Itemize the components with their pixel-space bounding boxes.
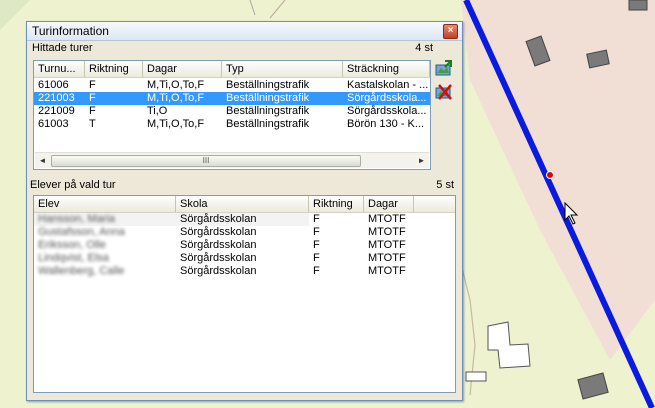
student-row[interactable]: Gustafsson, Anna Sörgårdsskolan F MTOTF <box>34 226 455 239</box>
found-tours-label: Hittade turer <box>32 42 93 54</box>
student-row[interactable]: Hansson, Maria Sörgårdsskolan <box>34 213 309 226</box>
cell-riktning: F <box>313 213 320 225</box>
tours-list-header: Turnu... Riktning Dagar Typ Sträckning <box>34 61 430 78</box>
cell-dagar: MTOTF <box>368 239 406 251</box>
cell-riktning: F <box>313 239 320 251</box>
found-tours-header: Hittade turer 4 st <box>27 41 462 55</box>
cell-dagar: MTOTF <box>368 252 406 264</box>
cell-typ: Beställningstrafik <box>226 92 310 104</box>
window-title: Turinformation <box>32 24 109 38</box>
cell-dagar: MTOTF <box>368 226 406 238</box>
student-row[interactable]: Lindqvist, Elsa Sörgårdsskolan F MTOTF <box>34 252 455 265</box>
cell-elev: Lindqvist, Elsa <box>38 252 109 264</box>
col-header-riktning[interactable]: Riktning <box>85 61 143 77</box>
cell-elev: Wallenberg, Calle <box>38 265 125 277</box>
cell-elev: Hansson, Maria <box>38 213 116 225</box>
cell-typ: Beställningstrafik <box>226 105 310 117</box>
cell-strackning: Sörgårdsskola... <box>347 105 427 117</box>
scroll-thumb[interactable]: III <box>51 155 361 167</box>
student-row[interactable]: Wallenberg, Calle Sörgårdsskolan F MTOTF <box>34 265 455 278</box>
students-count: 5 st <box>436 179 454 191</box>
cell-riktning: T <box>89 118 96 130</box>
route-point <box>546 171 554 179</box>
col-header-strackning[interactable]: Sträckning <box>343 61 430 77</box>
col-header-riktning[interactable]: Riktning <box>309 196 364 212</box>
col-header-elev[interactable]: Elev <box>34 196 176 212</box>
cell-strackning: Kastalskolan - ... <box>347 79 429 91</box>
student-row[interactable]: Eriksson, Olle Sörgårdsskolan F MTOTF <box>34 239 455 252</box>
cell-riktning: F <box>89 92 96 104</box>
cell-skola: Sörgårdsskolan <box>180 226 257 238</box>
title-bar[interactable]: Turinformation × <box>27 22 462 41</box>
cell-strackning: Börön 130 - K... <box>347 118 425 130</box>
close-icon[interactable]: × <box>443 24 458 39</box>
students-list[interactable]: Elev Skola Riktning Dagar Hansson, Maria… <box>33 195 456 393</box>
found-tours-count: 4 st <box>415 42 433 54</box>
cell-elev: Gustafsson, Anna <box>38 226 125 238</box>
cell-riktning: F <box>89 79 96 91</box>
col-header-skola[interactable]: Skola <box>176 196 309 212</box>
tour-row[interactable]: 221009 F Ti,O Beställningstrafik Sörgård… <box>34 105 430 118</box>
cell-typ: Beställningstrafik <box>226 79 310 91</box>
students-list-header: Elev Skola Riktning Dagar <box>34 196 455 213</box>
col-header-turnr[interactable]: Turnu... <box>34 61 85 77</box>
col-header-typ[interactable]: Typ <box>222 61 343 77</box>
remove-from-map-icon <box>435 84 452 100</box>
cell-dagar: MTOTF <box>368 213 406 225</box>
cell-dagar: MTOTF <box>368 265 406 277</box>
cell-skola: Sörgårdsskolan <box>180 239 257 251</box>
cell-dagar: M,Ti,O,To,F <box>147 79 205 91</box>
cell-riktning: F <box>313 252 320 264</box>
col-header-dagar[interactable]: Dagar <box>143 61 222 77</box>
cell-strackning: Sörgårdsskola... <box>347 92 427 104</box>
cell-riktning: F <box>313 226 320 238</box>
tour-info-window: Turinformation × Hittade turer 4 st Turn… <box>26 21 463 401</box>
cell-turnr: 61003 <box>38 118 69 130</box>
col-header-dagar[interactable]: Dagar <box>364 196 414 212</box>
students-header: Elever på vald tur 5 st <box>27 178 462 192</box>
tours-horizontal-scrollbar[interactable]: ◄ III ► <box>35 152 429 168</box>
cell-dagar: Ti,O <box>147 105 168 117</box>
cell-elev: Eriksson, Olle <box>38 239 106 251</box>
cell-skola: Sörgårdsskolan <box>180 265 257 277</box>
remove-from-map-button[interactable] <box>434 82 454 102</box>
students-label: Elever på vald tur <box>30 179 116 191</box>
student-row-tail[interactable]: F MTOTF <box>309 213 455 226</box>
col-header-filler <box>414 196 455 212</box>
cell-riktning: F <box>89 105 96 117</box>
tour-row[interactable]: 61006 F M,Ti,O,To,F Beställningstrafik K… <box>34 79 430 92</box>
scroll-right-icon[interactable]: ► <box>414 154 429 167</box>
scroll-left-icon[interactable]: ◄ <box>35 154 50 167</box>
cell-dagar: M,Ti,O,To,F <box>147 118 205 130</box>
cell-skola: Sörgårdsskolan <box>180 213 257 225</box>
tours-list[interactable]: Turnu... Riktning Dagar Typ Sträckning 6… <box>33 60 431 170</box>
cell-typ: Beställningstrafik <box>226 118 310 130</box>
cell-dagar: M,Ti,O,To,F <box>147 92 205 104</box>
cell-turnr: 221009 <box>38 105 75 117</box>
cell-turnr: 61006 <box>38 79 69 91</box>
cell-riktning: F <box>313 265 320 277</box>
cell-skola: Sörgårdsskolan <box>180 252 257 264</box>
add-to-map-button[interactable] <box>434 59 454 79</box>
tour-row-selected[interactable]: 221003 F M,Ti,O,To,F Beställningstrafik … <box>34 92 430 105</box>
tour-row[interactable]: 61003 T M,Ti,O,To,F Beställningstrafik B… <box>34 118 430 131</box>
add-to-map-icon <box>435 60 452 76</box>
cell-turnr: 221003 <box>38 92 75 104</box>
